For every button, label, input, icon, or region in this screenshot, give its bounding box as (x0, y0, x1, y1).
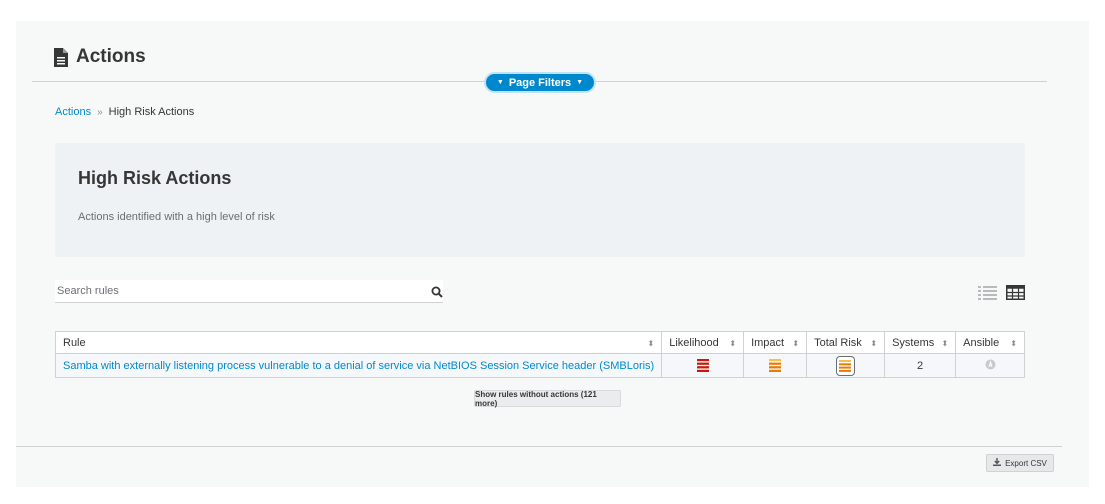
breadcrumb-separator: » (97, 106, 103, 118)
ansible-unsupported-icon (985, 359, 996, 373)
search-icon[interactable] (431, 285, 443, 298)
sort-icon: ⬍ (647, 338, 655, 348)
document-icon (54, 47, 68, 67)
table-header-row: Rule ⬍ Likelihood ⬍ Impact ⬍ Total Risk ⬍ Sy… (54, 331, 1025, 354)
column-header-total-risk[interactable]: Total Risk ⬍ (806, 331, 886, 354)
likelihood-critical-icon (696, 359, 710, 372)
table-row: Samba with externally listening process … (54, 353, 1025, 378)
column-header-ansible[interactable]: Ansible ⬍ (955, 331, 1025, 354)
sort-icon: ⬍ (1010, 338, 1017, 348)
likelihood-cell (661, 353, 745, 378)
impact-moderate-icon (768, 359, 782, 372)
export-csv-label: Export CSV (1005, 458, 1047, 468)
ansible-cell (955, 353, 1025, 378)
page-filters-label: Page Filters (508, 76, 572, 89)
caret-down-icon: ▼ (496, 79, 504, 86)
column-header-rule[interactable]: Rule ⬍ (54, 331, 663, 354)
total-risk-cell (806, 353, 886, 378)
page-title: Actions (76, 46, 146, 67)
rule-link[interactable]: Samba with externally listening process … (63, 360, 654, 372)
search-input[interactable] (55, 280, 415, 302)
rule-cell: Samba with externally listening process … (54, 353, 663, 378)
total-risk-moderate-icon (836, 355, 856, 376)
column-header-impact[interactable]: Impact ⬍ (743, 331, 808, 354)
sort-icon: ⬍ (792, 338, 800, 348)
table-view-icon[interactable] (1006, 285, 1025, 300)
footer-divider (16, 446, 1062, 447)
caret-down-icon: ▼ (576, 79, 584, 86)
hero-title: High Risk Actions (78, 168, 232, 188)
list-view-icon[interactable] (978, 285, 997, 300)
search-box (55, 280, 443, 303)
breadcrumb-actions-link[interactable]: Actions (55, 106, 91, 118)
hero-panel: High Risk Actions Actions identified wit… (55, 143, 1025, 257)
column-header-likelihood[interactable]: Likelihood ⬍ (661, 331, 745, 354)
download-icon (993, 458, 1002, 468)
show-rules-without-actions-button[interactable]: Show rules without actions (121 more) (474, 390, 621, 408)
impact-cell (743, 353, 808, 378)
sort-icon: ⬍ (870, 338, 878, 348)
systems-cell: 2 (884, 353, 957, 378)
page-filters-button[interactable]: ▼ Page Filters ▼ (484, 72, 596, 93)
breadcrumb: Actions » High Risk Actions (55, 106, 194, 118)
breadcrumb-current: High Risk Actions (108, 106, 195, 118)
page-header: Actions (54, 43, 146, 71)
rules-table: Rule ⬍ Likelihood ⬍ Impact ⬍ Total Risk ⬍ Sy… (54, 331, 1025, 378)
column-header-systems[interactable]: Systems ⬍ (884, 331, 957, 354)
sort-icon: ⬍ (729, 338, 737, 348)
view-toggle (978, 285, 1025, 300)
page-container: Actions ▼ Page Filters ▼ Actions » High … (16, 21, 1089, 487)
hero-subtitle: Actions identified with a high level of … (78, 211, 275, 223)
export-csv-button[interactable]: Export CSV (986, 454, 1054, 472)
sort-icon: ⬍ (941, 338, 949, 348)
